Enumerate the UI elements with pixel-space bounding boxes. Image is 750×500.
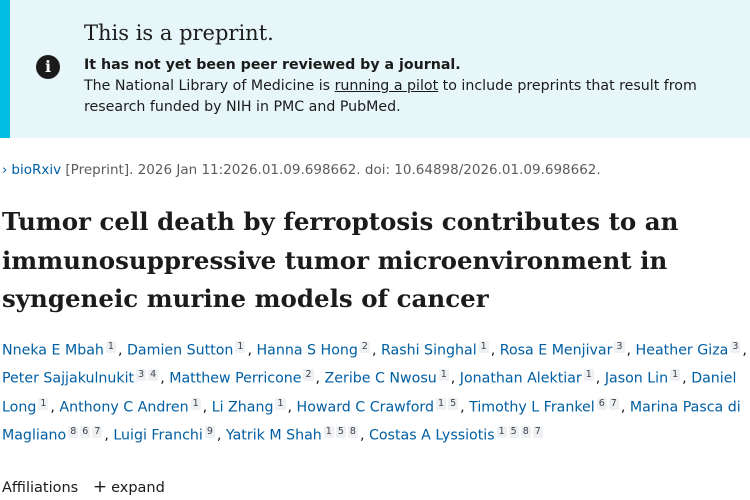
affiliation-ref[interactable]: 1 bbox=[583, 369, 594, 382]
affiliation-ref[interactable]: 8 bbox=[68, 425, 79, 438]
article-title: Tumor cell death by ferroptosis contribu… bbox=[2, 207, 679, 313]
author-list: Nneka E Mbah 1, Damien Sutton 1, Hanna S H… bbox=[2, 341, 747, 444]
info-icon: i bbox=[36, 55, 60, 79]
affiliation-ref[interactable]: 9 bbox=[204, 425, 215, 438]
affiliation-ref[interactable]: 7 bbox=[532, 425, 543, 438]
affiliation-ref[interactable]: 1 bbox=[436, 397, 447, 410]
affiliation-ref[interactable]: 3 bbox=[614, 341, 625, 353]
affiliation-refs: 34 bbox=[136, 369, 160, 382]
affiliation-ref[interactable]: 7 bbox=[608, 397, 619, 410]
running-a-pilot-link[interactable]: running a pilot bbox=[335, 78, 439, 94]
affiliation-ref[interactable]: 1 bbox=[275, 397, 286, 410]
author-link[interactable]: Hanna S Hong bbox=[256, 343, 357, 359]
affiliation-ref[interactable]: 1 bbox=[496, 425, 507, 438]
affiliation-refs: 3 bbox=[730, 341, 742, 353]
author-link[interactable]: Howard C Crawford bbox=[297, 399, 434, 415]
banner-body: It has not yet been peer reviewed by a j… bbox=[84, 55, 744, 118]
affiliation-ref[interactable]: 1 bbox=[105, 341, 116, 353]
citation-details: [Preprint]. 2026 Jan 11:2026.01.09.69866… bbox=[61, 162, 601, 178]
affiliation-ref[interactable]: 1 bbox=[670, 369, 681, 382]
biorxiv-link[interactable]: bioRxiv bbox=[11, 162, 61, 178]
affiliation-ref[interactable]: 7 bbox=[92, 425, 103, 438]
affiliation-refs: 2 bbox=[303, 369, 315, 382]
affiliation-ref[interactable]: 1 bbox=[323, 425, 334, 438]
author-link[interactable]: Heather Giza bbox=[636, 343, 729, 359]
affiliation-ref[interactable]: 2 bbox=[303, 369, 314, 382]
author-link[interactable]: Rosa E Menjivar bbox=[500, 343, 613, 359]
affiliation-ref[interactable]: 5 bbox=[335, 425, 346, 438]
affiliation-ref[interactable]: 3 bbox=[730, 341, 741, 353]
affiliation-ref[interactable]: 1 bbox=[38, 397, 49, 410]
author-link[interactable]: Jonathan Alektiar bbox=[460, 371, 582, 387]
affiliation-refs: 67 bbox=[596, 397, 621, 410]
citation-line: › bioRxiv [Preprint]. 2026 Jan 11:2026.01… bbox=[2, 162, 601, 178]
affiliation-ref[interactable]: 6 bbox=[596, 397, 607, 410]
author-link[interactable]: Damien Sutton bbox=[127, 343, 233, 359]
author-link[interactable]: Nneka E Mbah bbox=[2, 343, 104, 359]
affiliation-ref[interactable]: 1 bbox=[190, 397, 201, 410]
author-link[interactable]: Luigi Franchi bbox=[113, 428, 202, 444]
author-link[interactable]: Li Zhang bbox=[212, 399, 274, 415]
banner-bold-line: It has not yet been peer reviewed by a j… bbox=[84, 57, 461, 73]
expand-affiliations-button[interactable]: + expand bbox=[92, 477, 165, 497]
author-link[interactable]: Yatrik M Shah bbox=[226, 428, 322, 444]
author-link[interactable]: Zeribe C Nwosu bbox=[325, 371, 437, 387]
affiliation-refs: 158 bbox=[323, 425, 360, 438]
affiliation-refs: 2 bbox=[359, 341, 372, 353]
author-link[interactable]: Rashi Singhal bbox=[381, 343, 477, 359]
banner-title: This is a preprint. bbox=[84, 21, 274, 45]
affiliation-ref[interactable]: 1 bbox=[438, 369, 449, 382]
affiliation-refs: 1 bbox=[275, 397, 287, 410]
author-link[interactable]: Costas A Lyssiotis bbox=[369, 428, 495, 444]
affiliation-refs: 1 bbox=[583, 369, 596, 382]
author-link[interactable]: Anthony C Andren bbox=[59, 399, 188, 415]
chevron-right-icon: › bbox=[2, 162, 8, 178]
affiliations-row: Affiliations + expand bbox=[2, 477, 165, 497]
affiliation-refs: 3 bbox=[614, 341, 626, 353]
expand-label: expand bbox=[111, 480, 165, 496]
affiliation-refs: 1 bbox=[438, 369, 451, 382]
affiliation-ref[interactable]: 8 bbox=[520, 425, 531, 438]
affiliation-refs: 1 bbox=[670, 369, 682, 382]
affiliation-ref[interactable]: 1 bbox=[235, 341, 246, 353]
plus-icon: + bbox=[92, 477, 108, 497]
affiliation-ref[interactable]: 6 bbox=[80, 425, 91, 438]
affiliation-ref[interactable]: 8 bbox=[347, 425, 358, 438]
banner-text-prefix: The National Library of Medicine is bbox=[84, 78, 335, 94]
affiliation-refs: 1 bbox=[190, 397, 203, 410]
affiliation-ref[interactable]: 2 bbox=[359, 341, 370, 353]
affiliation-refs: 15 bbox=[436, 397, 460, 410]
affiliation-ref[interactable]: 3 bbox=[136, 369, 147, 382]
affiliation-refs: 1 bbox=[105, 341, 118, 353]
affiliation-refs: 867 bbox=[68, 425, 104, 438]
author-link[interactable]: Timothy L Frankel bbox=[469, 399, 595, 415]
affiliation-ref[interactable]: 5 bbox=[508, 425, 519, 438]
preprint-banner: i This is a preprint. It has not yet bee… bbox=[0, 0, 750, 138]
affiliation-refs: 9 bbox=[204, 425, 217, 438]
affiliation-ref[interactable]: 4 bbox=[148, 369, 159, 382]
affiliation-ref[interactable]: 5 bbox=[448, 397, 459, 410]
affiliation-ref[interactable]: 1 bbox=[478, 341, 489, 353]
affiliation-refs: 1 bbox=[235, 341, 247, 353]
affiliation-refs: 1 bbox=[38, 397, 50, 410]
affiliation-refs: 1587 bbox=[496, 425, 545, 438]
author-link[interactable]: Peter Sajjakulnukit bbox=[2, 371, 134, 387]
affiliations-label: Affiliations bbox=[2, 480, 79, 496]
author-link[interactable]: Matthew Perricone bbox=[169, 371, 301, 387]
author-link[interactable]: Jason Lin bbox=[605, 371, 668, 387]
affiliation-refs: 1 bbox=[478, 341, 491, 353]
